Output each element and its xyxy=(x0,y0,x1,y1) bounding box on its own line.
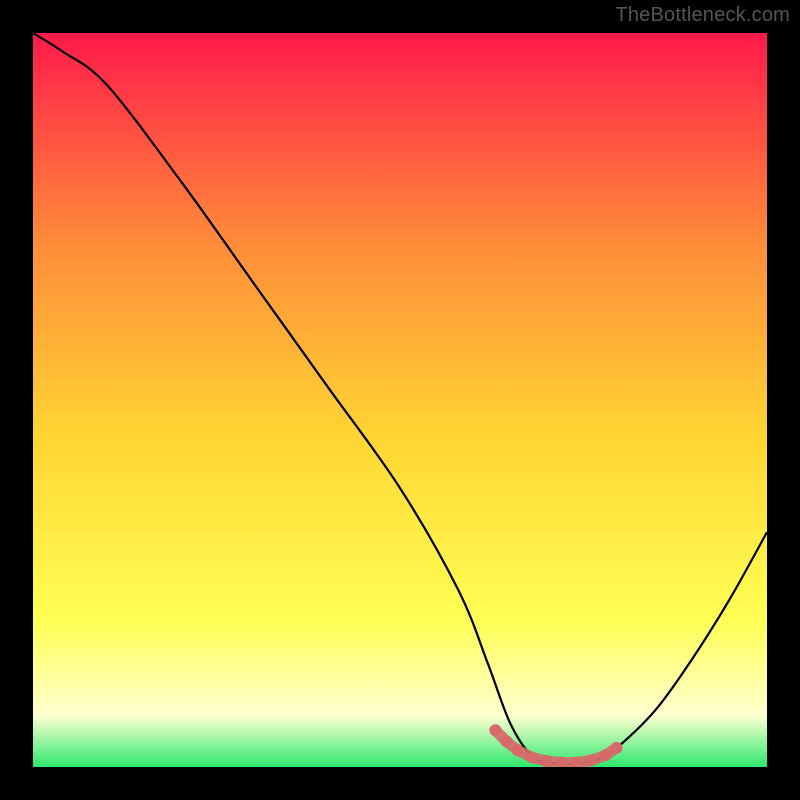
marker-dot xyxy=(511,744,523,756)
marker-dot xyxy=(600,749,612,761)
marker-dot xyxy=(585,754,597,766)
marker-dot xyxy=(489,724,501,736)
watermark-text: TheBottleneck.com xyxy=(615,4,790,27)
plot-svg xyxy=(33,33,767,767)
chart-frame: TheBottleneck.com xyxy=(0,0,800,800)
marker-dot xyxy=(611,742,623,754)
marker-dot xyxy=(541,755,553,767)
marker-dot xyxy=(500,735,512,747)
gradient-background xyxy=(33,33,767,767)
marker-dot xyxy=(526,752,538,764)
plot-area xyxy=(33,33,767,767)
